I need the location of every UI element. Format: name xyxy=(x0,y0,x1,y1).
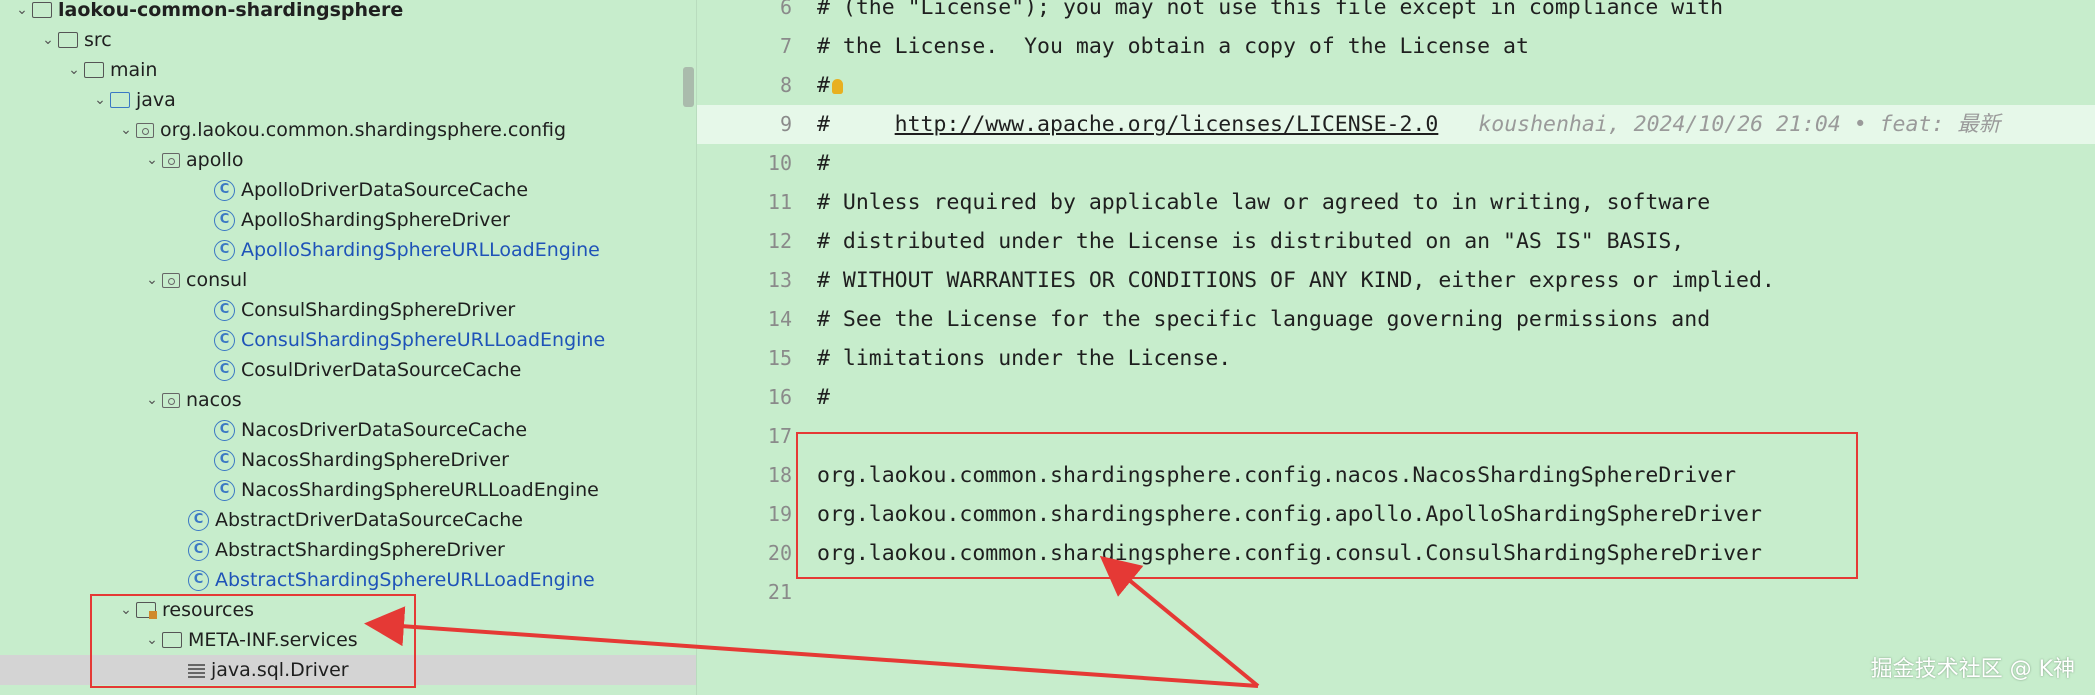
watermark: 掘金技术社区 @ K神 xyxy=(1870,657,2075,682)
annotation-arrows xyxy=(364,555,1260,688)
arrow-to-driver-lines xyxy=(1099,555,1260,688)
arrow-to-resources xyxy=(364,606,1259,688)
